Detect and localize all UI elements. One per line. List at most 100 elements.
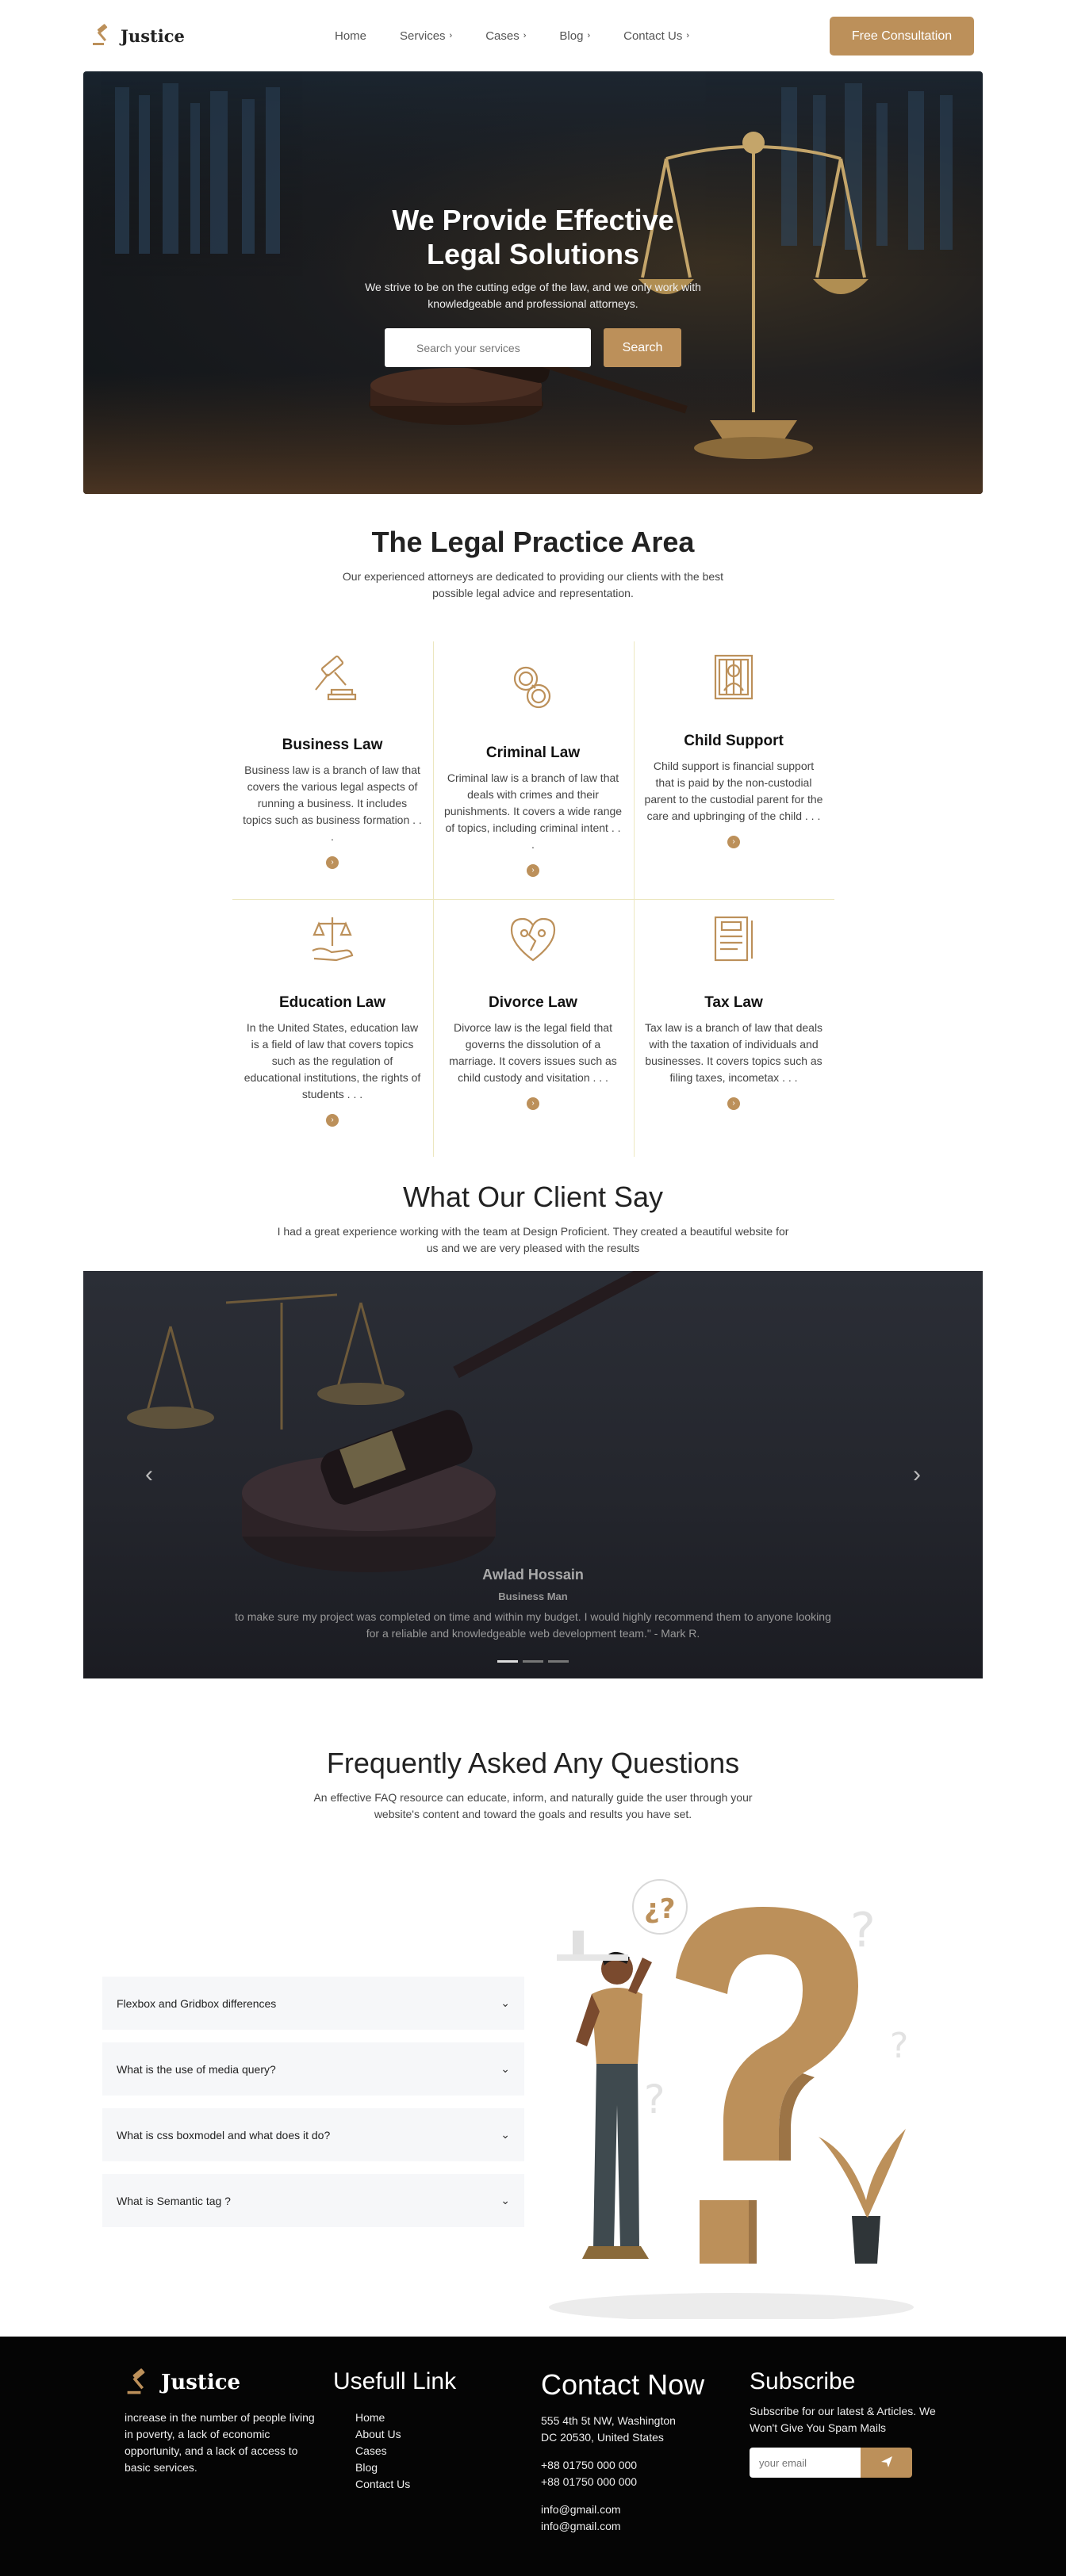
slider-dots	[83, 1660, 983, 1663]
testimonial-content: Awlad Hossain Business Man to make sure …	[83, 1567, 983, 1642]
practice-subtitle: Our experienced attorneys are dedicated …	[342, 570, 724, 599]
top-navbar: Justice Home Services › Cases › Blog › Cont…	[0, 0, 1066, 71]
practice-grid: Business Law Business law is a branch of…	[232, 641, 834, 1157]
main-nav: Home Services › Cases › Blog › Contact Us ›	[335, 0, 689, 71]
faq-title: Frequently Asked Any Questions	[326, 1747, 740, 1779]
address-line: 555 4th 5t NW, Washington	[541, 2414, 676, 2427]
phone-number[interactable]: +88 01750 000 000	[541, 2457, 704, 2474]
chevron-down-icon: ⌄	[500, 2194, 510, 2207]
scales-hand-icon	[232, 907, 433, 970]
gavel-icon	[232, 649, 433, 713]
nav-cases[interactable]: Cases ›	[485, 29, 526, 43]
email-address[interactable]: info@gmail.com	[541, 2518, 704, 2535]
footer-link-home[interactable]: Home	[355, 2409, 456, 2426]
faq-item[interactable]: What is css boxmodel and what does it do…	[102, 2108, 524, 2161]
chevron-down-icon: ⌄	[500, 1996, 510, 2009]
chevron-right-icon: ›	[449, 31, 453, 40]
footer-link-blog[interactable]: Blog	[355, 2459, 456, 2476]
nav-home[interactable]: Home	[335, 29, 366, 43]
practice-card-criminal-law[interactable]: Criminal Law Criminal law is a branch of…	[433, 657, 634, 877]
practice-card-divorce-law[interactable]: Divorce Law Divorce law is the legal fie…	[433, 907, 634, 1110]
slider-dot[interactable]	[497, 1660, 518, 1663]
brand-name: Justice	[121, 25, 185, 46]
subscribe-email-input[interactable]	[750, 2448, 861, 2478]
footer-logo[interactable]: Justice	[125, 2368, 323, 2397]
faq-question: What is the use of media query?	[117, 2062, 276, 2076]
slider-dot[interactable]	[523, 1660, 543, 1663]
site-footer: Justice increase in the number of people…	[0, 2337, 1066, 2576]
practice-card-child-support[interactable]: Child Support Child support is financial…	[634, 645, 834, 848]
brand-logo[interactable]: Justice	[90, 24, 185, 48]
arrow-right-icon[interactable]: ›	[727, 836, 740, 848]
hero-subtitle: We strive to be on the cutting edge of t…	[365, 281, 701, 310]
faq-item[interactable]: What is Semantic tag ? ⌄	[102, 2174, 524, 2227]
practice-card-text: Criminal law is a branch of law that dea…	[443, 771, 623, 851]
chevron-right-icon: ›	[587, 31, 591, 40]
slider-dot[interactable]	[548, 1660, 569, 1663]
email-address[interactable]: info@gmail.com	[541, 2501, 704, 2518]
nav-cases-label: Cases	[485, 29, 520, 43]
slider-prev-button[interactable]: ‹	[145, 1461, 153, 1488]
hero-content: We Provide Effective Legal Solutions We …	[83, 203, 983, 367]
search-button[interactable]: Search	[604, 328, 681, 367]
faq-item[interactable]: Flexbox and Gridbox differences ⌄	[102, 1977, 524, 2030]
service-search-input[interactable]	[385, 328, 591, 367]
footer-phones: +88 01750 000 000 +88 01750 000 000	[541, 2457, 704, 2490]
footer-links-column: Usefull Link Home About Us Cases Blog Co…	[333, 2368, 456, 2493]
subscribe-send-button[interactable]	[861, 2448, 912, 2478]
subscribe-form	[750, 2448, 956, 2478]
chevron-right-icon: ›	[523, 31, 527, 40]
arrow-right-icon[interactable]: ›	[527, 864, 539, 877]
footer-link-about[interactable]: About Us	[355, 2426, 456, 2443]
testimonial-name: Awlad Hossain	[482, 1567, 584, 1583]
practice-card-tax-law[interactable]: Tax Law Tax law is a branch of law that …	[634, 907, 834, 1110]
footer-link-contact[interactable]: Contact Us	[355, 2476, 456, 2493]
practice-card-text: Business law is a branch of law that cov…	[243, 764, 422, 843]
nav-services-label: Services	[400, 29, 446, 43]
faq-body: Flexbox and Gridbox differences ⌄ What is…	[0, 1875, 1066, 2383]
footer-subscribe-column: Subscribe Subscribe for our latest & Art…	[750, 2368, 956, 2478]
practice-title: The Legal Practice Area	[371, 526, 695, 558]
practice-card-education-law[interactable]: Education Law In the United States, educ…	[232, 907, 433, 1127]
testimonials-title: What Our Client Say	[402, 1181, 664, 1213]
footer-brand-column: Justice increase in the number of people…	[125, 2368, 323, 2476]
practice-card-text: Tax law is a branch of law that deals wi…	[644, 1021, 823, 1084]
footer-subscribe-text: Subscribe for our latest & Articles. We …	[750, 2405, 936, 2434]
practice-card-title: Education Law	[278, 994, 386, 1011]
slider-next-button[interactable]: ›	[913, 1461, 921, 1488]
practice-area-section: The Legal Practice Area Our experienced …	[0, 494, 1066, 1157]
chevron-down-icon: ⌄	[500, 2128, 510, 2141]
footer-link-cases[interactable]: Cases	[355, 2443, 456, 2459]
footer-contact-column: Contact Now 555 4th 5t NW, Washington DC…	[541, 2368, 704, 2535]
arrow-right-icon[interactable]: ›	[326, 856, 339, 869]
faq-subtitle: An effective FAQ resource can educate, i…	[313, 1791, 753, 1820]
arrow-right-icon[interactable]: ›	[326, 1114, 339, 1127]
faq-question: What is css boxmodel and what does it do…	[117, 2128, 331, 2142]
faq-item[interactable]: What is the use of media query? ⌄	[102, 2042, 524, 2096]
practice-card-title: Business Law	[282, 737, 383, 753]
practice-card-title: Divorce Law	[489, 994, 577, 1011]
faq-section: Frequently Asked Any Questions An effect…	[0, 1678, 1066, 2383]
testimonial-role: Business Man	[498, 1590, 568, 1602]
practice-card-title: Criminal Law	[485, 744, 581, 761]
footer-contact-title: Contact Now	[541, 2368, 705, 2401]
nav-contact[interactable]: Contact Us ›	[623, 29, 689, 43]
arrow-right-icon[interactable]: ›	[527, 1097, 539, 1110]
svg-text:?: ?	[890, 2026, 908, 2066]
nav-services[interactable]: Services ›	[400, 29, 452, 43]
arrow-right-icon[interactable]: ›	[727, 1097, 740, 1110]
nav-blog-label: Blog	[559, 29, 584, 43]
tax-document-icon	[634, 907, 834, 970]
hero-search-form: Search	[83, 328, 983, 367]
testimonials-subtitle: I had a great experience working with th…	[277, 1225, 789, 1254]
chevron-right-icon: ›	[686, 31, 689, 40]
practice-card-business-law[interactable]: Business Law Business law is a branch of…	[232, 649, 433, 869]
send-icon	[880, 2455, 892, 2467]
phone-number[interactable]: +88 01750 000 000	[541, 2474, 704, 2490]
testimonial-quote: to make sure my project was completed on…	[235, 1610, 831, 1640]
footer-subscribe-title: Subscribe	[750, 2368, 856, 2394]
footer-brand-name: Justice	[161, 2371, 241, 2394]
handcuffs-icon	[433, 657, 634, 721]
free-consultation-button[interactable]: Free Consultation	[830, 17, 974, 56]
nav-blog[interactable]: Blog ›	[559, 29, 590, 43]
